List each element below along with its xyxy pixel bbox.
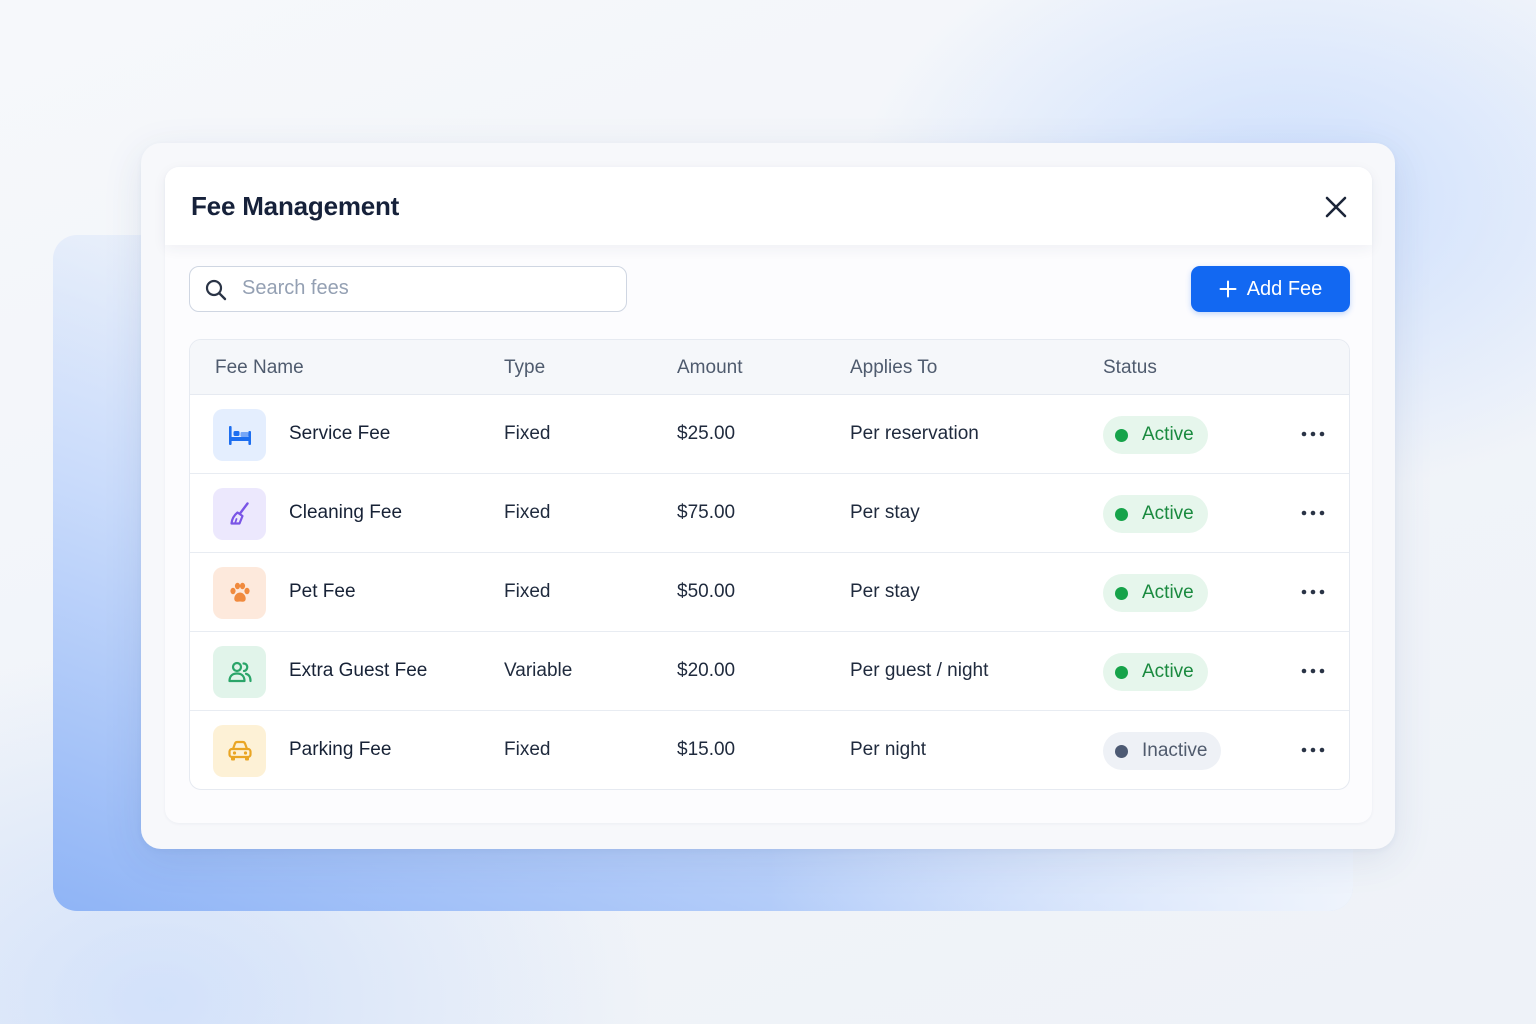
more-horizontal-icon — [1301, 668, 1325, 674]
users-icon — [227, 661, 252, 683]
status-dot — [1115, 744, 1128, 758]
fee-applies-to: Per night — [850, 739, 927, 760]
plus-icon — [1219, 280, 1237, 298]
fee-amount: $25.00 — [677, 423, 736, 444]
status-dot — [1115, 507, 1128, 521]
fee-management-modal: Fee Management Add Fee Fee Name Type Amo… — [165, 167, 1372, 823]
search-box[interactable] — [189, 266, 627, 312]
fee-applies-to: Per reservation — [850, 423, 979, 444]
row-actions-button[interactable] — [1298, 738, 1328, 762]
fee-type: Fixed — [504, 739, 551, 760]
fee-icon-tile — [213, 567, 266, 619]
more-horizontal-icon — [1301, 510, 1325, 516]
status-dot — [1115, 428, 1128, 442]
fee-name: Extra Guest Fee — [289, 660, 428, 681]
row-actions-button[interactable] — [1298, 501, 1328, 525]
header-type: Type — [504, 357, 546, 378]
table-row[interactable]: Pet Fee Fixed $50.00 Per stay Active — [190, 553, 1349, 632]
fee-applies-to: Per stay — [850, 581, 920, 602]
broom-icon — [229, 502, 249, 525]
fee-name: Cleaning Fee — [289, 502, 403, 523]
fees-table: Fee Name Type Amount Applies To Status S… — [189, 339, 1350, 790]
table-row[interactable]: Cleaning Fee Fixed $75.00 Per stay Activ… — [190, 474, 1349, 553]
table-row[interactable]: Extra Guest Fee Variable $20.00 Per gues… — [190, 632, 1349, 711]
bed-icon — [228, 426, 251, 445]
fee-name: Service Fee — [289, 423, 391, 444]
status-badge: Active — [1103, 574, 1208, 612]
row-actions-button[interactable] — [1298, 580, 1328, 604]
header-amount: Amount — [677, 357, 743, 378]
status-badge: Active — [1103, 495, 1208, 533]
header-applies-to: Applies To — [850, 357, 938, 378]
fee-type: Fixed — [504, 502, 551, 523]
add-fee-button[interactable]: Add Fee — [1191, 266, 1350, 312]
fee-amount: $50.00 — [677, 581, 736, 602]
row-actions-button[interactable] — [1298, 422, 1328, 446]
header-fee-name: Fee Name — [215, 357, 304, 378]
close-icon — [1325, 196, 1347, 218]
fee-type: Fixed — [504, 581, 551, 602]
fee-name: Parking Fee — [289, 739, 392, 760]
more-horizontal-icon — [1301, 589, 1325, 595]
search-input[interactable] — [242, 267, 612, 310]
modal-title: Fee Management — [191, 191, 400, 221]
status-label: Active — [1142, 582, 1194, 603]
fee-amount: $75.00 — [677, 502, 736, 523]
fee-applies-to: Per guest / night — [850, 660, 989, 681]
header-status: Status — [1103, 357, 1157, 378]
status-label: Active — [1142, 424, 1194, 445]
status-label: Inactive — [1142, 740, 1208, 761]
fee-icon-tile — [213, 646, 266, 698]
table-row[interactable]: Parking Fee Fixed $15.00 Per night Inact… — [190, 711, 1349, 789]
search-icon — [205, 279, 227, 301]
table-row[interactable]: Service Fee Fixed $25.00 Per reservation… — [190, 395, 1349, 474]
status-label: Active — [1142, 661, 1194, 682]
fee-amount: $20.00 — [677, 660, 736, 681]
row-actions-button[interactable] — [1298, 659, 1328, 683]
status-badge: Inactive — [1103, 732, 1222, 770]
status-label: Active — [1142, 503, 1194, 524]
status-dot — [1115, 586, 1128, 600]
fee-icon-tile — [213, 409, 266, 461]
add-fee-label: Add Fee — [1246, 277, 1323, 300]
status-badge: Active — [1103, 653, 1208, 691]
fee-icon-tile — [213, 725, 266, 777]
status-dot — [1115, 665, 1128, 679]
close-button[interactable] — [1321, 192, 1351, 222]
fee-icon-tile — [213, 488, 266, 540]
fee-name: Pet Fee — [289, 581, 356, 602]
more-horizontal-icon — [1301, 431, 1325, 437]
more-horizontal-icon — [1301, 747, 1325, 753]
fee-applies-to: Per stay — [850, 502, 920, 523]
table-header: Fee Name Type Amount Applies To Status — [190, 340, 1349, 395]
fee-amount: $15.00 — [677, 739, 736, 760]
status-badge: Active — [1103, 416, 1208, 454]
fee-type: Fixed — [504, 423, 551, 444]
paw-icon — [229, 582, 250, 602]
modal-header: Fee Management — [165, 167, 1372, 245]
car-icon — [227, 740, 252, 761]
fee-type: Variable — [504, 660, 573, 681]
